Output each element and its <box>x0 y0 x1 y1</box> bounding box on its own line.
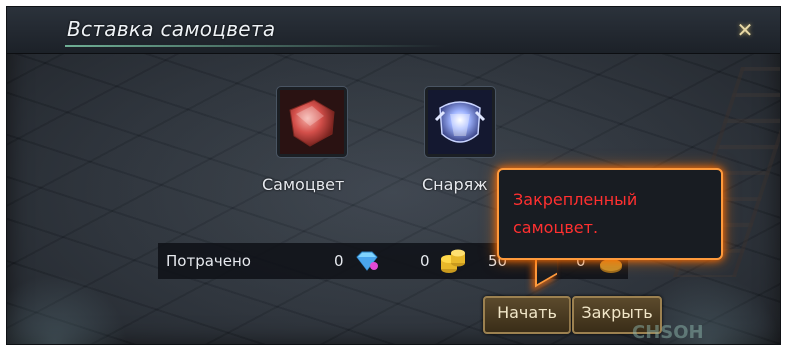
window-title: Вставка самоцвета <box>67 17 276 41</box>
tooltip-line-1: Закрепленный <box>513 190 638 209</box>
armor-icon <box>428 90 492 154</box>
red-gem-icon <box>280 90 344 154</box>
tooltip-line-2: самоцвет. <box>513 218 599 237</box>
tooltip: Закрепленный самоцвет. <box>497 168 723 260</box>
tooltip-text: Закрепленный самоцвет. <box>513 186 709 242</box>
title-underline <box>65 45 445 47</box>
gem-slot-label: Самоцвет <box>262 175 345 194</box>
close-x-icon[interactable]: ✕ <box>732 17 758 43</box>
gear-slot-label: Снаряж <box>422 175 488 194</box>
watermark: CHSOH <box>632 322 704 343</box>
gear-slot[interactable] <box>425 87 495 157</box>
diamond-currency-icon <box>356 251 378 271</box>
gold-cost-value: 0 <box>420 252 430 270</box>
spent-label: Потрачено <box>166 252 251 270</box>
corner-ornament-left <box>7 274 127 344</box>
gold-coins-icon <box>441 249 465 273</box>
start-button[interactable]: Начать <box>483 296 571 334</box>
gem-slot[interactable] <box>277 87 347 157</box>
diamond-cost-value: 0 <box>334 252 344 270</box>
